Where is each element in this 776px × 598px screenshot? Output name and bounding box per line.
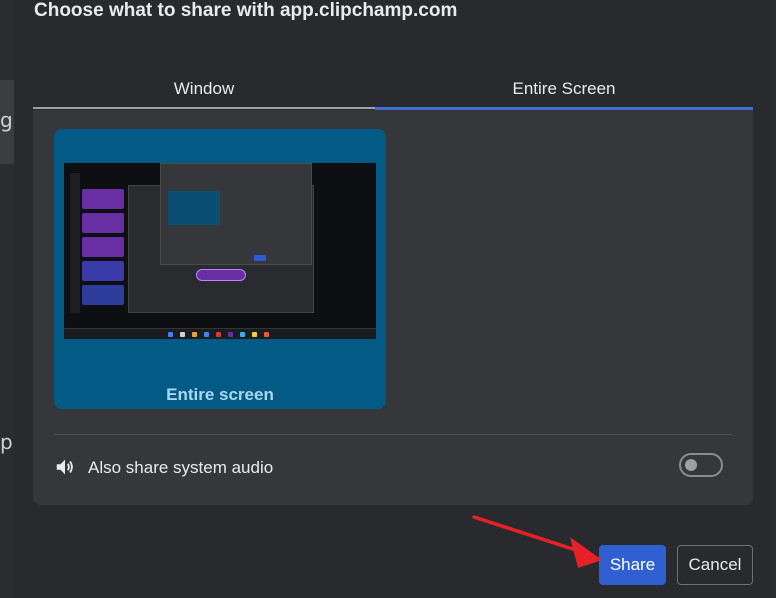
system-audio-label: Also share system audio: [88, 458, 274, 477]
source-panel: Entire screen Also share system audio: [33, 110, 753, 505]
background-text-fragment: g: [0, 108, 13, 132]
tab-bar: Window Entire Screen: [33, 73, 753, 110]
speaker-icon: [56, 459, 73, 475]
system-audio-toggle[interactable]: [679, 453, 723, 477]
tab-entire-screen[interactable]: Entire Screen: [375, 73, 753, 110]
system-audio-row: Also share system audio: [54, 450, 732, 484]
divider: [54, 434, 732, 435]
cancel-button[interactable]: Cancel: [677, 545, 753, 585]
share-dialog: Choose what to share with app.clipchamp.…: [14, 0, 772, 598]
entire-screen-option[interactable]: Entire screen: [54, 129, 386, 409]
background-app-right: [772, 0, 776, 598]
dialog-title: Choose what to share with app.clipchamp.…: [34, 0, 458, 21]
background-text-fragment: p: [0, 430, 13, 454]
tab-window[interactable]: Window: [33, 73, 375, 109]
entire-screen-label: Entire screen: [166, 385, 274, 404]
screen-thumbnail: [64, 163, 376, 339]
share-button[interactable]: Share: [599, 545, 666, 585]
toggle-knob: [685, 459, 697, 471]
